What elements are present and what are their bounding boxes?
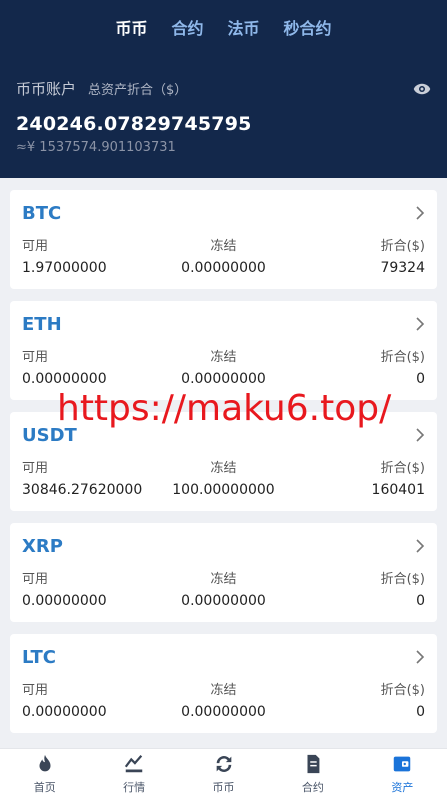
chevron-right-icon (416, 650, 425, 664)
nav-label: 行情 (123, 781, 146, 794)
tab-fiat[interactable]: 法币 (228, 18, 260, 58)
coin-name: ETH (22, 313, 62, 335)
frozen-label: 冻结 (210, 350, 237, 365)
available-label: 可用 (22, 239, 49, 254)
coin-name: LTC (22, 646, 56, 668)
asset-card-eth[interactable]: ETH 可用 冻结 折合($) 0.00000000 0.00000000 0 (10, 301, 437, 400)
nav-label: 币币 (212, 781, 235, 794)
eye-icon[interactable] (413, 82, 431, 96)
exchange-icon (216, 756, 231, 772)
account-subtitle: 总资产折合（$） (88, 83, 188, 98)
wallet-icon (394, 756, 411, 772)
value-label: 折合($) (380, 683, 425, 698)
tab-seconds-contract[interactable]: 秒合约 (284, 18, 332, 58)
usd-value: 79324 (380, 260, 425, 276)
home-icon (39, 754, 51, 772)
usd-value: 0 (416, 593, 425, 609)
nav-contract[interactable]: 合约 (268, 749, 357, 799)
frozen-amount: 0.00000000 (181, 371, 266, 387)
usd-value: 0 (416, 704, 425, 720)
account-title: 币币账户 (16, 80, 77, 98)
frozen-amount: 0.00000000 (181, 593, 266, 609)
nav-label: 资产 (391, 781, 414, 794)
nav-assets[interactable]: 资产 (358, 749, 447, 799)
frozen-amount: 100.00000000 (172, 482, 275, 498)
account-title-row: 币币账户 总资产折合（$） (0, 58, 447, 99)
nav-exchange[interactable]: 币币 (179, 749, 268, 799)
available-label: 可用 (22, 572, 49, 587)
available-amount: 30846.27620000 (22, 482, 143, 498)
top-tabs: 币币 合约 法币 秒合约 (0, 0, 447, 58)
available-label: 可用 (22, 350, 49, 365)
nav-home[interactable]: 首页 (0, 749, 89, 799)
tab-contract[interactable]: 合约 (171, 18, 203, 58)
contract-icon (307, 754, 320, 774)
nav-market[interactable]: 行情 (89, 749, 178, 799)
available-amount: 1.97000000 (22, 260, 107, 276)
value-label: 折合($) (380, 239, 425, 254)
asset-card-xrp[interactable]: XRP 可用 冻结 折合($) 0.00000000 0.00000000 0 (10, 523, 437, 622)
nav-label: 合约 (301, 781, 324, 794)
chevron-right-icon (416, 317, 425, 331)
frozen-amount: 0.00000000 (181, 704, 266, 720)
nav-label: 首页 (33, 781, 56, 794)
value-label: 折合($) (380, 461, 425, 476)
coin-name: BTC (22, 202, 62, 224)
available-label: 可用 (22, 683, 49, 698)
value-label: 折合($) (380, 350, 425, 365)
coin-name: XRP (22, 535, 63, 557)
account-header: 币币 合约 法币 秒合约 币币账户 总资产折合（$） 240246.078297… (0, 0, 447, 178)
frozen-label: 冻结 (210, 239, 237, 254)
available-amount: 0.00000000 (22, 593, 107, 609)
frozen-label: 冻结 (210, 683, 237, 698)
value-label: 折合($) (380, 572, 425, 587)
available-amount: 0.00000000 (22, 371, 107, 387)
asset-card-ltc[interactable]: LTC 可用 冻结 折合($) 0.00000000 0.00000000 0 (10, 634, 437, 733)
asset-list: BTC 可用 冻结 折合($) 1.97000000 0.00000000 79… (0, 178, 447, 733)
chevron-right-icon (416, 206, 425, 220)
frozen-label: 冻结 (210, 461, 237, 476)
frozen-amount: 0.00000000 (181, 260, 266, 276)
chevron-right-icon (416, 539, 425, 553)
usd-value: 0 (416, 371, 425, 387)
total-balance: 240246.07829745795 (16, 113, 252, 135)
market-icon (124, 755, 143, 773)
bottom-nav: 首页 行情 币币 合约 资产 (0, 748, 447, 799)
available-label: 可用 (22, 461, 49, 476)
available-amount: 0.00000000 (22, 704, 107, 720)
tab-spot[interactable]: 币币 (115, 18, 147, 58)
asset-card-btc[interactable]: BTC 可用 冻结 折合($) 1.97000000 0.00000000 79… (10, 190, 437, 289)
usd-value: 160401 (371, 482, 425, 498)
watermark-url: https://maku6.top/ (57, 388, 392, 429)
frozen-label: 冻结 (210, 572, 237, 587)
balance-cny-approx: ≈¥ 1537574.901103731 (16, 140, 176, 155)
chevron-right-icon (416, 428, 425, 442)
